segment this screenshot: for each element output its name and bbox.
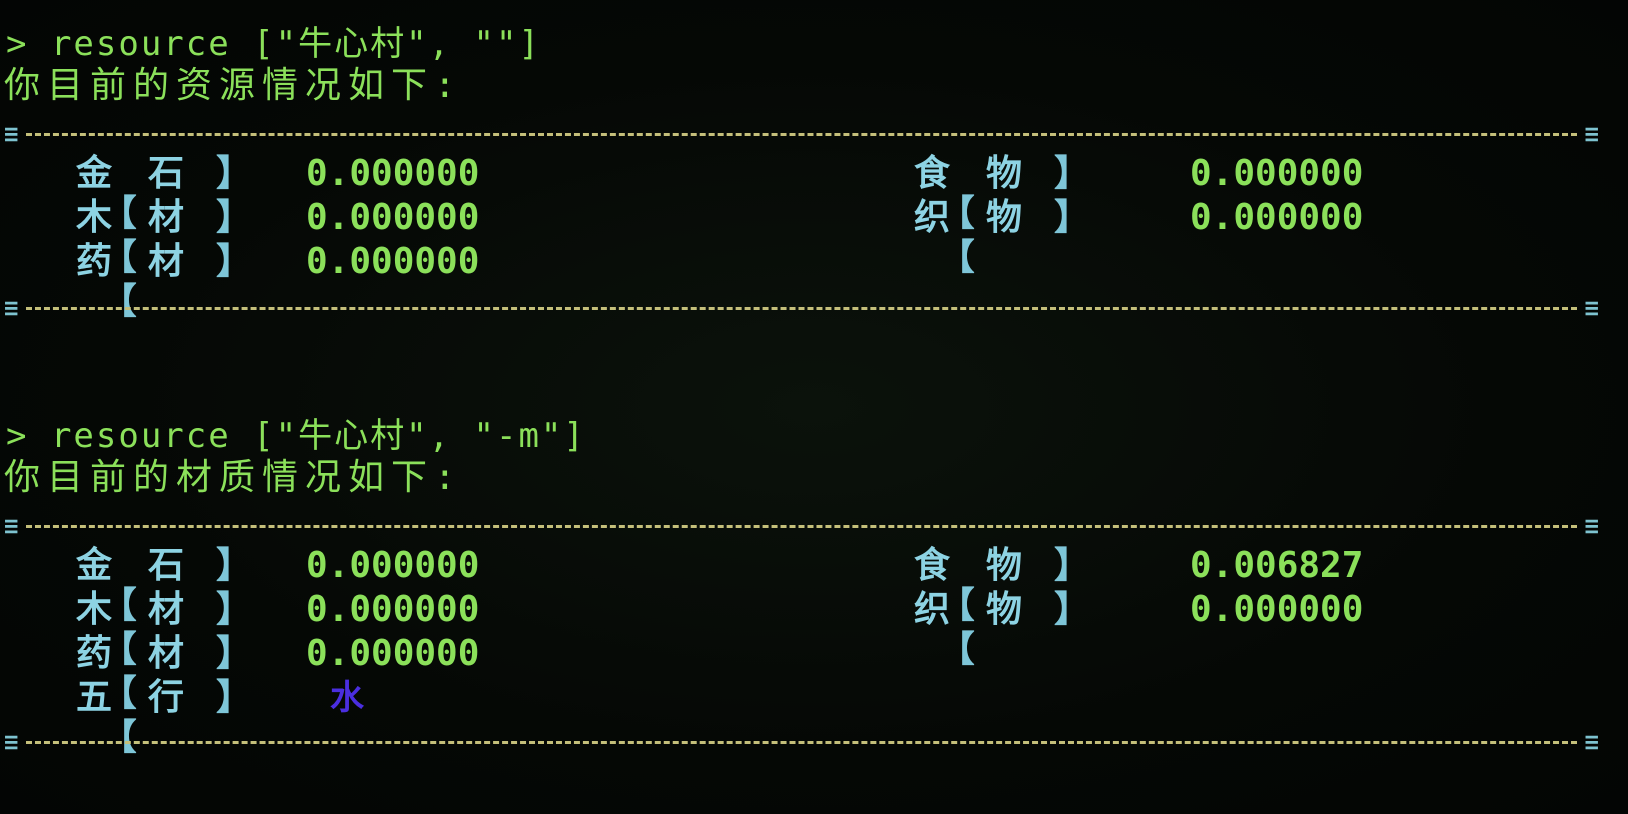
resource-value: 0.000000 — [1190, 153, 1364, 194]
separator-line: ≡ ≡ — [4, 514, 1599, 538]
material-label: 【织物】 — [914, 589, 1091, 670]
resource-value: 0.000000 — [306, 241, 480, 282]
output-message: 你目前的资源情况如下: — [4, 65, 463, 106]
separator-cap-icon: ≡ — [4, 120, 19, 148]
separator-cap-icon: ≡ — [1584, 512, 1599, 540]
terminal-window[interactable]: > resource ["牛心村", ""] 你目前的资源情况如下: ≡ ≡ 【… — [0, 0, 1628, 814]
element-value: 水 — [330, 678, 364, 718]
separator-cap-icon: ≡ — [1584, 728, 1599, 756]
resource-value: 0.000000 — [1190, 197, 1364, 238]
dashed-rule — [26, 307, 1577, 310]
material-value: 0.000000 — [306, 589, 480, 630]
separator-cap-icon: ≡ — [1584, 120, 1599, 148]
material-value: 0.000000 — [306, 545, 480, 586]
command-line: > resource ["牛心村", "-m"] — [6, 416, 586, 456]
dashed-rule — [26, 133, 1577, 136]
command-line: > resource ["牛心村", ""] — [6, 24, 541, 64]
separator-cap-icon: ≡ — [4, 512, 19, 540]
material-value: 0.006827 — [1190, 545, 1364, 586]
separator-cap-icon: ≡ — [4, 294, 19, 322]
material-value: 0.000000 — [1190, 589, 1364, 630]
separator-line: ≡ ≡ — [4, 296, 1599, 320]
material-value: 0.000000 — [306, 633, 480, 674]
resource-value: 0.000000 — [306, 153, 480, 194]
output-message: 你目前的材质情况如下: — [4, 457, 463, 498]
separator-cap-icon: ≡ — [1584, 294, 1599, 322]
separator-line: ≡ ≡ — [4, 730, 1599, 754]
separator-cap-icon: ≡ — [4, 728, 19, 756]
dashed-rule — [26, 525, 1577, 528]
resource-value: 0.000000 — [306, 197, 480, 238]
dashed-rule — [26, 741, 1577, 744]
separator-line: ≡ ≡ — [4, 122, 1599, 146]
